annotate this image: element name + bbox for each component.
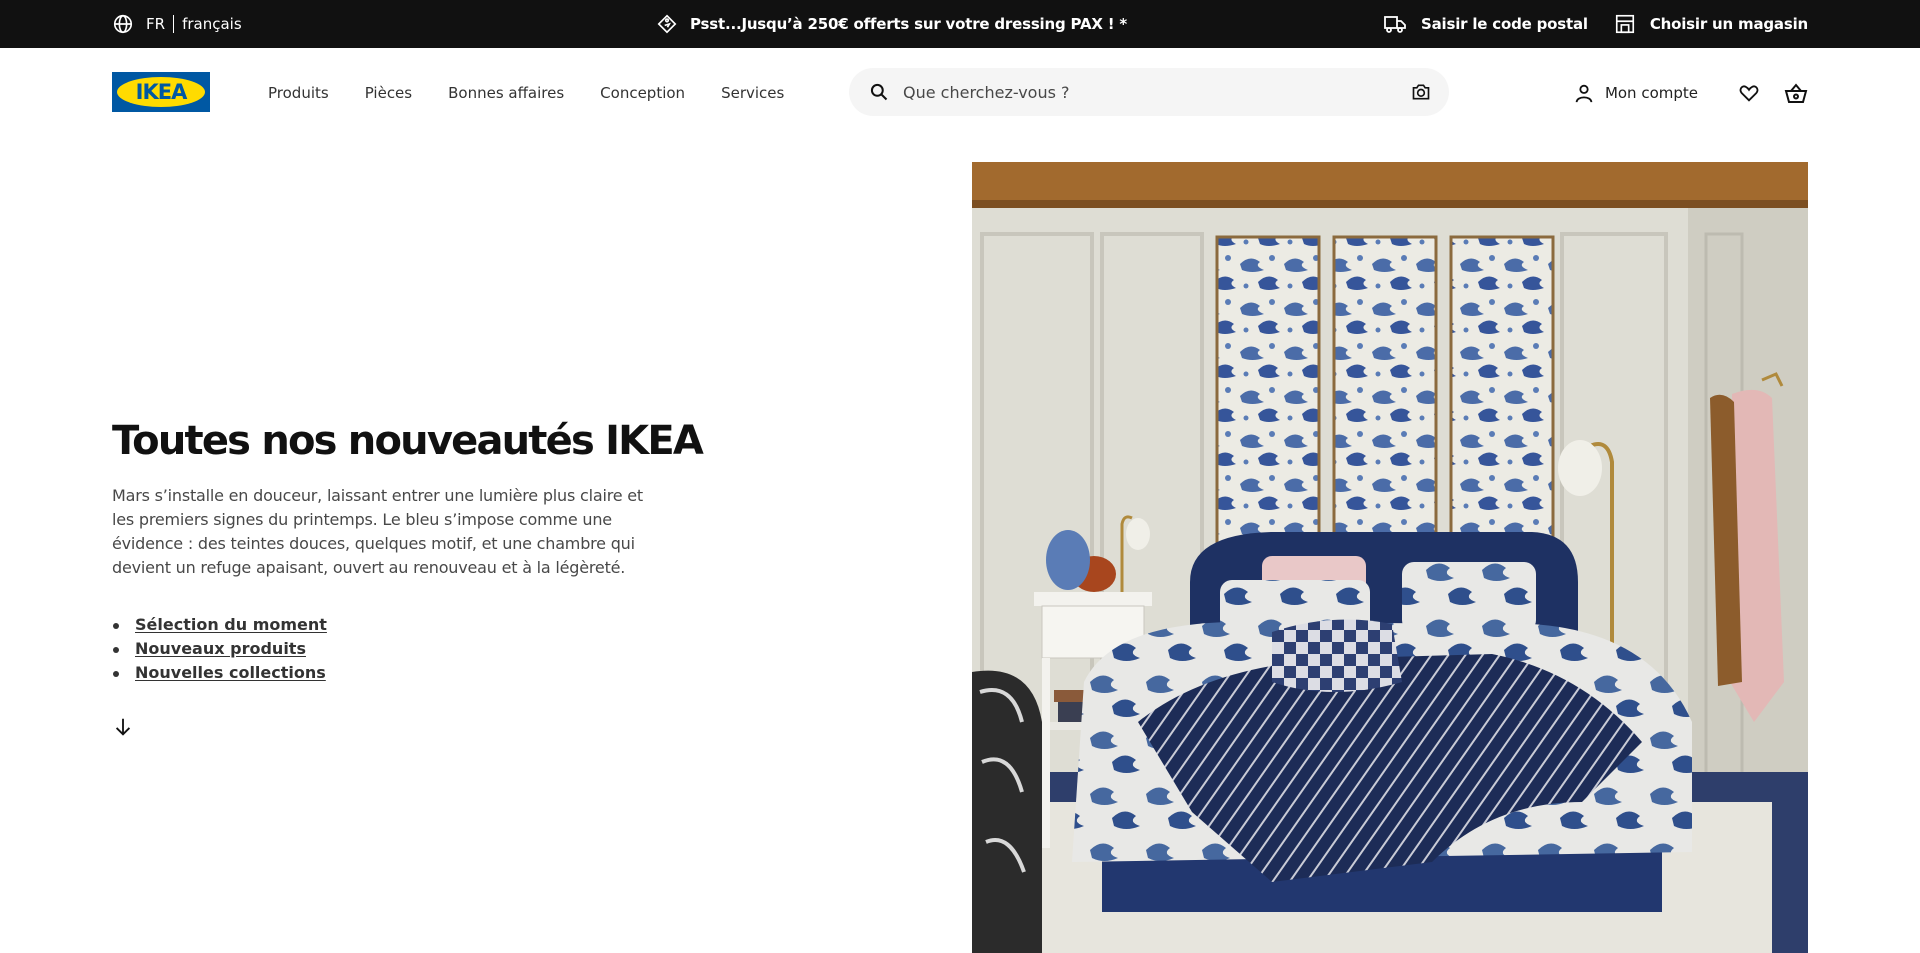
person-icon	[1575, 84, 1593, 103]
ikea-logo[interactable]: IKEA	[112, 72, 210, 112]
nav-bonnes-affaires[interactable]: Bonnes affaires	[448, 84, 564, 102]
logo-text: IKEA	[135, 80, 188, 104]
search-icon[interactable]	[869, 82, 889, 102]
link-nouvelles-collections[interactable]: Nouvelles collections	[135, 663, 326, 682]
arrow-down-icon[interactable]	[112, 716, 134, 738]
list-item: Nouvelles collections	[112, 661, 327, 685]
postal-code-label: Saisir le code postal	[1421, 15, 1588, 33]
store-icon	[1615, 14, 1634, 34]
hero-description: Mars s’installe en douceur, laissant ent…	[112, 486, 643, 577]
list-item: Sélection du moment	[112, 613, 327, 637]
account-label: Mon compte	[1604, 84, 1698, 102]
header-actions: Mon compte	[1573, 48, 1808, 138]
language-selector[interactable]: FR français	[112, 0, 242, 48]
heart-icon[interactable]	[1738, 82, 1760, 104]
globe-icon	[113, 14, 133, 34]
price-tag-icon	[657, 14, 677, 34]
choose-store-button[interactable]: Choisir un magasin	[1614, 13, 1808, 35]
account-button[interactable]: Mon compte	[1573, 82, 1698, 104]
hero-title: Toutes nos nouveautés IKEA	[112, 418, 704, 464]
main-header: IKEA Produits Pièces Bonnes affaires Con…	[0, 48, 1920, 138]
nav-conception[interactable]: Conception	[600, 84, 685, 102]
nav-produits[interactable]: Produits	[268, 84, 329, 102]
topbar-actions: Saisir le code postal Choisir un magasin	[1357, 0, 1808, 48]
camera-icon[interactable]	[1411, 82, 1431, 102]
promo-banner[interactable]: Psst...Jusqu’à 250€ offerts sur votre dr…	[656, 0, 1127, 48]
bedroom-illustration	[972, 162, 1808, 953]
search-input[interactable]	[903, 82, 1393, 102]
hero-image[interactable]	[972, 162, 1808, 953]
top-bar: FR français Psst...Jusqu’à 250€ offerts …	[0, 0, 1920, 48]
nav-pieces[interactable]: Pièces	[365, 84, 412, 102]
main-nav: Produits Pièces Bonnes affaires Concepti…	[268, 48, 820, 138]
link-nouveaux-produits[interactable]: Nouveaux produits	[135, 639, 306, 658]
delivery-truck-icon	[1384, 16, 1406, 33]
nav-services[interactable]: Services	[721, 84, 784, 102]
promo-text: Psst...Jusqu’à 250€ offerts sur votre dr…	[690, 15, 1128, 33]
language-divider	[173, 15, 175, 33]
choose-store-label: Choisir un magasin	[1649, 15, 1808, 33]
list-item: Nouveaux produits	[112, 637, 327, 661]
search-bar	[849, 68, 1449, 116]
hero-links: Sélection du moment Nouveaux produits No…	[112, 613, 327, 685]
language-name: français	[182, 15, 242, 33]
language-code: FR	[146, 15, 166, 33]
shopping-basket-icon[interactable]	[1784, 82, 1808, 104]
postal-code-button[interactable]: Saisir le code postal	[1383, 13, 1588, 35]
link-selection-du-moment[interactable]: Sélection du moment	[135, 615, 327, 634]
